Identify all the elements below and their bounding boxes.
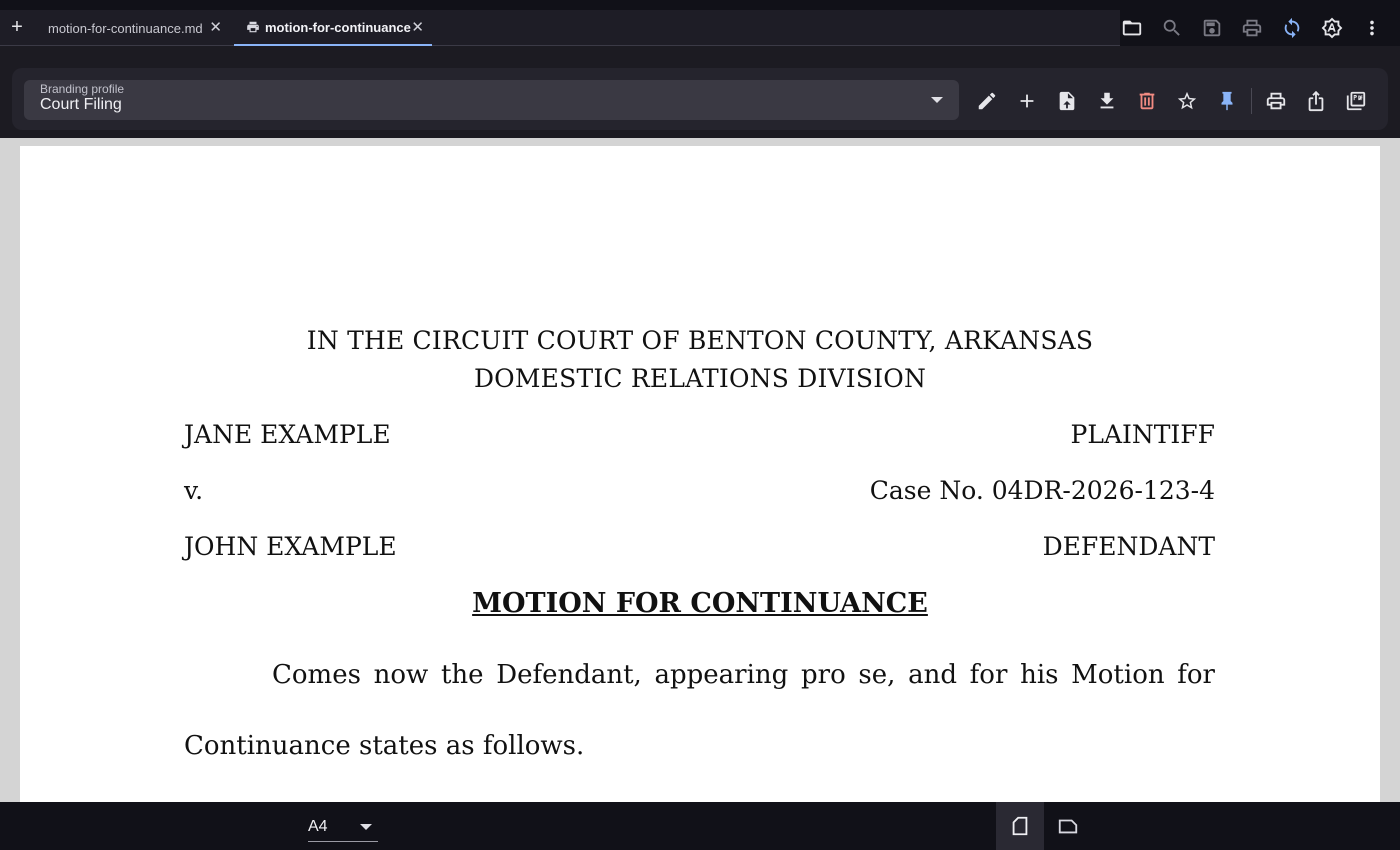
portrait-icon bbox=[1012, 816, 1028, 836]
court-division: DOMESTIC RELATIONS DIVISION bbox=[473, 364, 927, 393]
chevron-down-icon bbox=[931, 97, 943, 103]
court-heading: IN THE CIRCUIT COURT OF BENTON COUNTY, A… bbox=[306, 326, 1094, 355]
print-icon[interactable] bbox=[1232, 14, 1272, 42]
close-icon[interactable]: ✕ bbox=[209, 19, 222, 37]
folder-icon[interactable] bbox=[1112, 14, 1152, 42]
document-page: IN THE CIRCUIT COURT OF BENTON COUNTY, A… bbox=[20, 146, 1380, 802]
chevron-down-icon bbox=[360, 824, 372, 830]
paragraph-line-2: Continuance states as follows. bbox=[184, 731, 585, 761]
portrait-orientation-button[interactable] bbox=[996, 802, 1044, 850]
tab-label: motion-for-continuance.md bbox=[48, 20, 203, 36]
tab-bar: + motion-for-continuance.md ✕ motion-for… bbox=[0, 0, 1400, 46]
branding-tools bbox=[967, 85, 1376, 117]
top-toolbar bbox=[1112, 14, 1392, 42]
more-vert-icon[interactable] bbox=[1352, 14, 1392, 42]
branding-toolbar: Branding profile Court Filing bbox=[0, 46, 1400, 138]
paragraph-line-1: Comes now the Defendant, appearing pro s… bbox=[272, 660, 1215, 690]
defendant-role: DEFENDANT bbox=[1042, 532, 1215, 561]
plaintiff-name: JANE EXAMPLE bbox=[184, 420, 391, 449]
search-icon[interactable] bbox=[1152, 14, 1192, 42]
page-size-select[interactable]: A4 bbox=[308, 812, 378, 842]
print-icon bbox=[246, 20, 260, 34]
tab-label: motion-for-continuance bbox=[265, 19, 411, 35]
theme-icon[interactable] bbox=[1312, 14, 1352, 42]
new-tab-button[interactable]: + bbox=[6, 16, 28, 38]
star-icon[interactable] bbox=[1167, 85, 1207, 117]
tab-markdown[interactable]: motion-for-continuance.md ✕ bbox=[40, 10, 230, 46]
print-icon[interactable] bbox=[1256, 85, 1296, 117]
landscape-icon bbox=[1058, 819, 1078, 834]
delete-icon[interactable] bbox=[1127, 85, 1167, 117]
document-preview-area[interactable]: IN THE CIRCUIT COURT OF BENTON COUNTY, A… bbox=[0, 138, 1400, 802]
document-title: MOTION FOR CONTINUANCE bbox=[472, 588, 928, 619]
download-icon[interactable] bbox=[1087, 85, 1127, 117]
bottom-bar: A4 bbox=[0, 802, 1400, 850]
toolbar-divider bbox=[1251, 88, 1252, 114]
branding-profile-label: Branding profile bbox=[40, 82, 125, 96]
branding-profile-select[interactable]: Branding profile Court Filing bbox=[24, 80, 959, 120]
defendant-name: JOHN EXAMPLE bbox=[184, 532, 397, 561]
versus-text: v. bbox=[184, 476, 204, 505]
add-icon[interactable] bbox=[1007, 85, 1047, 117]
share-icon[interactable] bbox=[1296, 85, 1336, 117]
branding-panel: Branding profile Court Filing bbox=[12, 68, 1388, 130]
edit-icon[interactable] bbox=[967, 85, 1007, 117]
tab-print-preview[interactable]: motion-for-continuance ✕ bbox=[234, 10, 432, 46]
pin-icon[interactable] bbox=[1207, 85, 1247, 117]
case-number: Case No. 04DR-2026-123-4 bbox=[869, 476, 1215, 505]
save-icon[interactable] bbox=[1192, 14, 1232, 42]
upload-file-icon[interactable] bbox=[1047, 85, 1087, 117]
plaintiff-role: PLAINTIFF bbox=[1070, 420, 1215, 449]
page-size-value: A4 bbox=[308, 818, 328, 835]
branding-profile-value: Court Filing bbox=[40, 96, 122, 113]
pdf-icon[interactable] bbox=[1336, 85, 1376, 117]
close-icon[interactable]: ✕ bbox=[411, 19, 424, 37]
landscape-orientation-button[interactable] bbox=[1044, 802, 1092, 850]
sync-icon[interactable] bbox=[1272, 14, 1312, 42]
